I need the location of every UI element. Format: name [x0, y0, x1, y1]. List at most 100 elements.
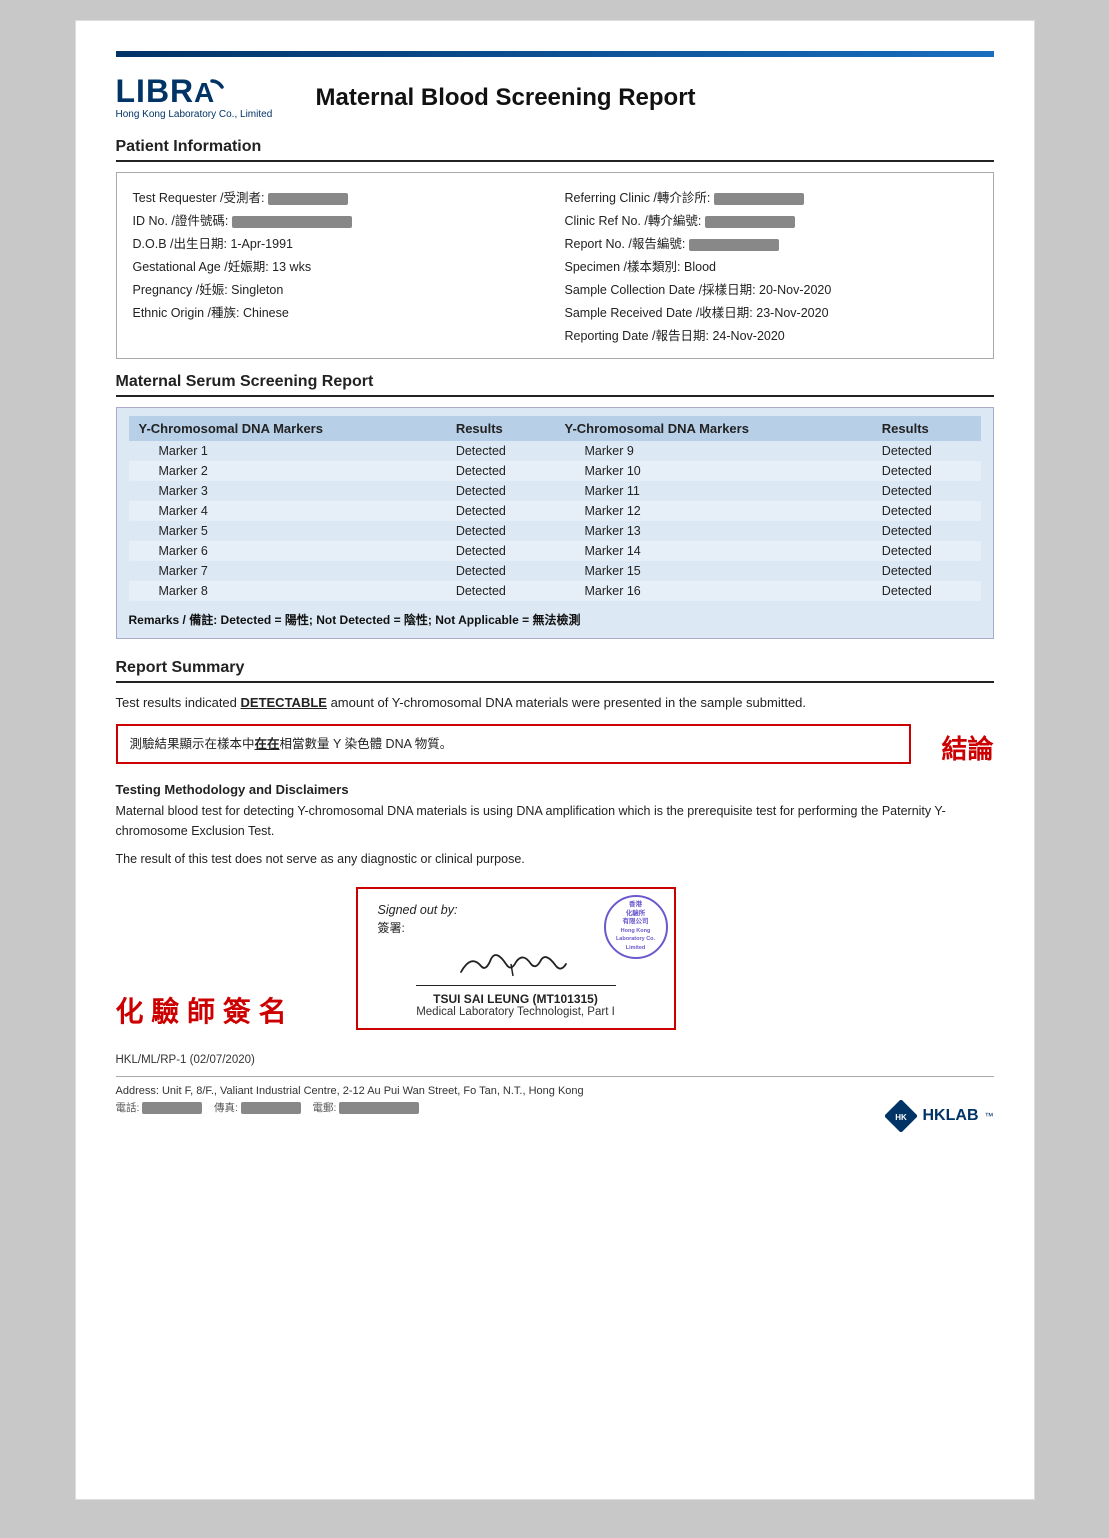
footer-contact: 電話: 傳真: 電郵: HK HKLAB ™: [116, 1100, 994, 1115]
marker-right-6: Marker 14: [554, 541, 871, 561]
methodology-text1: Maternal blood test for detecting Y-chro…: [116, 801, 994, 841]
result-right-3: Detected: [872, 481, 981, 501]
methodology-title: Testing Methodology and Disclaimers: [116, 782, 994, 797]
top-bar: [116, 51, 994, 57]
report-no-redacted: [689, 239, 779, 251]
hklab-diamond-icon: HK: [885, 1100, 917, 1132]
marker-left-3: Marker 3: [129, 481, 446, 501]
result-left-7: Detected: [446, 561, 555, 581]
marker-right-5: Marker 13: [554, 521, 871, 541]
conclusion-label: 結論: [941, 724, 993, 766]
sig-left-label: 化 驗 師 簽 名: [116, 990, 316, 1030]
sample-received-row: Sample Received Date /收樣日期: 23-Nov-2020: [565, 300, 977, 323]
screening-table: Y-Chromosomal DNA Markers Results Y-Chro…: [129, 416, 981, 601]
address-text: Address: Unit F, 8/F., Valiant Industria…: [116, 1085, 994, 1097]
logo: LIBR A: [116, 75, 225, 107]
result-right-6: Detected: [872, 541, 981, 561]
screening-section: Maternal Serum Screening Report Y-Chromo…: [116, 373, 994, 639]
marker-right-7: Marker 15: [554, 561, 871, 581]
result-left-3: Detected: [446, 481, 555, 501]
signer-title: Medical Laboratory Technologist, Part I: [378, 1006, 654, 1018]
report-summary-section: Report Summary Test results indicated DE…: [116, 659, 994, 766]
chinese-result-line: 測驗結果顯示在樣本中在在相當數量 Y 染色體 DNA 物質。: [130, 734, 898, 754]
dob-row: D.O.B /出生日期: 1-Apr-1991: [133, 231, 545, 254]
table-row: Marker 2 Detected Marker 10 Detected: [129, 461, 981, 481]
report-page: LIBR A Hong Kong Laboratory Co., Limited…: [75, 20, 1035, 1500]
table-header-row: Y-Chromosomal DNA Markers Results Y-Chro…: [129, 416, 981, 441]
marker-left-5: Marker 5: [129, 521, 446, 541]
marker-left-6: Marker 6: [129, 541, 446, 561]
submitted-box: 測驗結果顯示在樣本中在在相當數量 Y 染色體 DNA 物質。: [116, 724, 912, 764]
gestational-age-row: Gestational Age /妊娠期: 13 wks: [133, 254, 545, 277]
patient-info-left: Test Requester /受測者: ID No. /證件號碼: D.O.B…: [133, 185, 545, 346]
clinic-ref-row: Clinic Ref No. /轉介編號:: [565, 208, 977, 231]
referring-clinic-redacted: [714, 193, 804, 205]
sample-collection-row: Sample Collection Date /採樣日期: 20-Nov-202…: [565, 277, 977, 300]
table-row: Marker 7 Detected Marker 15 Detected: [129, 561, 981, 581]
id-no-redacted: [232, 216, 352, 228]
result-left-5: Detected: [446, 521, 555, 541]
marker-right-1: Marker 9: [554, 441, 871, 461]
col4-header: Results: [872, 416, 981, 441]
footer-doc-code: HKL/ML/RP-1 (02/07/2020): [116, 1054, 994, 1066]
table-row: Marker 4 Detected Marker 12 Detected: [129, 501, 981, 521]
report-summary-title: Report Summary: [116, 659, 994, 683]
marker-right-8: Marker 16: [554, 581, 871, 601]
summary-line1: Test results indicated: [116, 695, 241, 710]
summary-text: Test results indicated DETECTABLE amount…: [116, 693, 994, 714]
table-row: Marker 6 Detected Marker 14 Detected: [129, 541, 981, 561]
marker-left-4: Marker 4: [129, 501, 446, 521]
signature-section: 化 驗 師 簽 名 香港化驗所有限公司Hong KongLaboratory C…: [116, 887, 994, 1030]
methodology-text2: The result of this test does not serve a…: [116, 849, 994, 869]
svg-text:HK: HK: [895, 1113, 907, 1122]
marker-left-7: Marker 7: [129, 561, 446, 581]
table-row: Marker 8 Detected Marker 16 Detected: [129, 581, 981, 601]
result-left-1: Detected: [446, 441, 555, 461]
summary-line2: amount of Y-chromosomal DNA materials we…: [327, 695, 806, 710]
pregnancy-row: Pregnancy /妊娠: Singleton: [133, 277, 545, 300]
referring-clinic-row: Referring Clinic /轉介診所:: [565, 185, 977, 208]
hklab-footer-logo: HK HKLAB ™: [885, 1100, 994, 1132]
report-no-row: Report No. /報告編號:: [565, 231, 977, 254]
col1-header: Y-Chromosomal DNA Markers: [129, 416, 446, 441]
sig-line: [416, 985, 616, 986]
conclusion-box: 測驗結果顯示在樣本中在在相當數量 Y 染色體 DNA 物質。 結論: [116, 724, 994, 766]
report-header: LIBR A Hong Kong Laboratory Co., Limited…: [116, 75, 994, 120]
stamp-circle: 香港化驗所有限公司Hong KongLaboratory Co.Limited: [604, 895, 668, 959]
logo-a-arc: A: [194, 78, 224, 104]
screening-section-title: Maternal Serum Screening Report: [116, 373, 994, 397]
result-right-7: Detected: [872, 561, 981, 581]
col3-header: Y-Chromosomal DNA Markers: [554, 416, 871, 441]
report-title: Maternal Blood Screening Report: [316, 84, 696, 112]
signature-svg: [451, 944, 581, 982]
patient-info-box: Test Requester /受測者: ID No. /證件號碼: D.O.B…: [116, 172, 994, 359]
result-left-6: Detected: [446, 541, 555, 561]
marker-left-1: Marker 1: [129, 441, 446, 461]
signer-name: TSUI SAI LEUNG (MT101315): [378, 992, 654, 1006]
col2-header: Results: [446, 416, 555, 441]
result-right-5: Detected: [872, 521, 981, 541]
table-row: Marker 3 Detected Marker 11 Detected: [129, 481, 981, 501]
detectable-word: DETECTABLE: [241, 695, 327, 710]
result-right-4: Detected: [872, 501, 981, 521]
result-right-8: Detected: [872, 581, 981, 601]
table-row: Marker 1 Detected Marker 9 Detected: [129, 441, 981, 461]
table-body: Marker 1 Detected Marker 9 Detected Mark…: [129, 441, 981, 601]
logo-libr: LIBR: [116, 75, 195, 107]
result-left-4: Detected: [446, 501, 555, 521]
marker-left-2: Marker 2: [129, 461, 446, 481]
result-right-1: Detected: [872, 441, 981, 461]
patient-info-grid: Test Requester /受測者: ID No. /證件號碼: D.O.B…: [133, 185, 977, 346]
footer-address: Address: Unit F, 8/F., Valiant Industria…: [116, 1076, 994, 1115]
logo-subtext: Hong Kong Laboratory Co., Limited: [116, 109, 273, 120]
marker-right-4: Marker 12: [554, 501, 871, 521]
sig-box: 香港化驗所有限公司Hong KongLaboratory Co.Limited …: [356, 887, 676, 1030]
screening-table-wrap: Y-Chromosomal DNA Markers Results Y-Chro…: [116, 407, 994, 639]
remarks: Remarks / 備註: Detected = 陽性; Not Detecte…: [129, 611, 981, 628]
hklab-text: HKLAB: [923, 1107, 979, 1125]
patient-section-title: Patient Information: [116, 138, 994, 162]
result-right-2: Detected: [872, 461, 981, 481]
clinic-ref-redacted: [705, 216, 795, 228]
methodology-section: Testing Methodology and Disclaimers Mate…: [116, 782, 994, 869]
specimen-row: Specimen /樣本類別: Blood: [565, 254, 977, 277]
